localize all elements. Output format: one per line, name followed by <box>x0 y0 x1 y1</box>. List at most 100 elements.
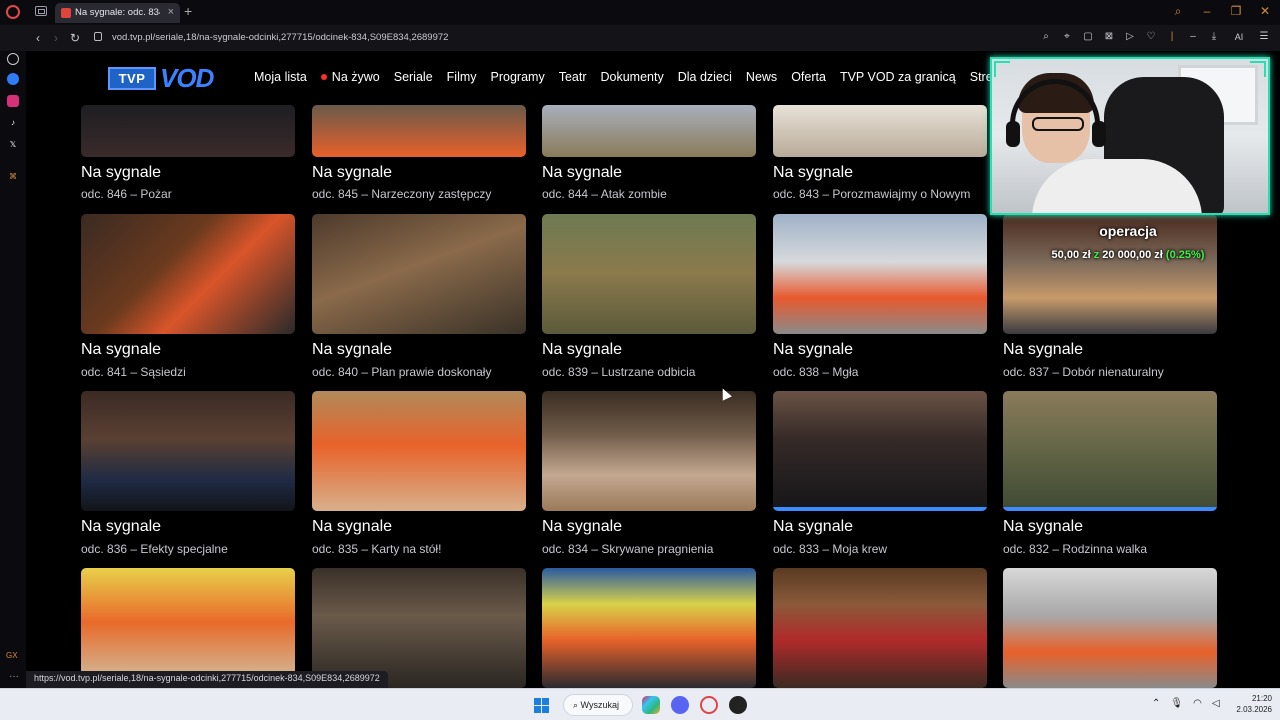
download-icon[interactable]: ⤓ <box>1208 30 1220 44</box>
nav-item-teatr[interactable]: Teatr <box>559 70 587 84</box>
episode-title: Na sygnale <box>312 518 393 535</box>
watch-progress-bar <box>1003 507 1217 511</box>
glasses <box>1032 117 1084 131</box>
workspaces-icon[interactable] <box>35 6 47 16</box>
more-icon[interactable]: ··· <box>9 671 19 682</box>
url-field[interactable]: vod.tvp.pl/seriale,18/na-sygnale-odcinki… <box>112 32 448 43</box>
reload-icon[interactable]: ↻ <box>70 31 80 45</box>
episode-subtitle: odc. 838 – Mgła <box>773 365 859 379</box>
episode-thumbnail[interactable] <box>81 391 295 511</box>
logo-tvp: TVP <box>108 66 156 90</box>
tab-close-icon[interactable]: × <box>168 6 174 18</box>
nav-item-dokumenty[interactable]: Dokumenty <box>601 70 664 84</box>
episode-subtitle: odc. 846 – Pożar <box>81 187 172 201</box>
episode-title: Na sygnale <box>542 341 623 358</box>
episode-subtitle: odc. 840 – Plan prawie doskonały <box>312 365 492 379</box>
minimize-bar-icon[interactable]: – <box>1187 30 1199 44</box>
chatgpt-icon[interactable] <box>7 53 19 65</box>
taskbar-clock[interactable]: 21:20 2.03.2026 <box>1230 693 1272 715</box>
system-tray: ⌃ 🎙 ◠ ◁ <box>1152 698 1220 709</box>
browser-sidebar: ♪ 𝕏 ⌘ GX ··· <box>0 51 26 688</box>
discord-icon[interactable] <box>671 696 689 714</box>
episode-thumbnail[interactable] <box>312 391 526 511</box>
x-icon[interactable]: 𝕏 <box>7 139 19 151</box>
instagram-icon[interactable] <box>7 95 19 107</box>
separator-icon: | <box>1170 31 1174 42</box>
close-window-icon[interactable]: ✕ <box>1258 4 1272 18</box>
episode-thumbnail[interactable] <box>312 568 526 688</box>
episode-title: Na sygnale <box>773 518 854 535</box>
volume-icon[interactable]: ◁ <box>1212 698 1220 709</box>
episode-title: Na sygnale <box>1003 341 1084 358</box>
search-tabs-icon[interactable]: ⌕ <box>1171 4 1185 18</box>
nav-item-dla-dzieci[interactable]: Dla dzieci <box>678 70 732 84</box>
live-dot-icon <box>320 74 327 80</box>
forward-icon[interactable]: › <box>54 31 58 45</box>
episode-subtitle: odc. 834 – Skrywane pragnienia <box>542 542 714 556</box>
microphone-icon[interactable]: 🎙 <box>1170 698 1183 709</box>
nav-item-seriale[interactable]: Seriale <box>394 70 433 84</box>
wifi-icon[interactable]: ◠ <box>1193 698 1202 709</box>
episode-title: Na sygnale <box>773 341 854 358</box>
extensions-icon[interactable]: ⌘ <box>7 171 19 183</box>
episode-subtitle: odc. 839 – Lustrzane odbicia <box>542 365 696 379</box>
episode-thumbnail[interactable] <box>312 214 526 334</box>
browser-tab-bar: Na sygnale: odc. 834 – Skr × + ⌕ – ❐ ✕ <box>0 0 1280 25</box>
episode-thumbnail[interactable] <box>542 391 756 511</box>
zoom-icon[interactable]: ⌕ <box>1040 30 1052 44</box>
nav-item-moja-lista[interactable]: Moja lista <box>254 70 307 84</box>
favorite-icon[interactable]: ♡ <box>1145 30 1157 44</box>
menu-icon[interactable]: ☰ <box>1258 30 1270 44</box>
episode-title: Na sygnale <box>773 164 854 181</box>
back-icon[interactable]: ‹ <box>36 31 40 45</box>
nav-item-news[interactable]: News <box>746 70 777 84</box>
ai-button[interactable]: AI <box>1229 30 1249 44</box>
lock-icon[interactable] <box>94 32 102 41</box>
tvp-vod-logo[interactable]: TVP VOD <box>108 63 214 93</box>
episode-subtitle: odc. 845 – Narzeczony zastępczy <box>312 187 492 201</box>
episode-subtitle: odc. 832 – Rodzinna walka <box>1003 542 1148 556</box>
messenger-icon[interactable] <box>7 73 19 85</box>
slack-icon[interactable] <box>642 696 660 714</box>
nav-item-programy[interactable]: Programy <box>491 70 545 84</box>
episode-title: Na sygnale <box>81 341 162 358</box>
episode-thumbnail[interactable] <box>542 568 756 688</box>
episode-thumbnail[interactable] <box>81 214 295 334</box>
nav-item-na-zywo[interactable]: Na żywo <box>320 70 380 84</box>
episode-thumbnail[interactable] <box>773 214 987 334</box>
obs-icon[interactable] <box>729 696 747 714</box>
maximize-icon[interactable]: ❐ <box>1229 4 1243 18</box>
episode-thumbnail[interactable] <box>773 105 987 157</box>
nav-item-filmy[interactable]: Filmy <box>447 70 477 84</box>
nav-item-oferta[interactable]: Oferta <box>791 70 826 84</box>
episode-thumbnail[interactable] <box>773 568 987 688</box>
minimize-icon[interactable]: – <box>1200 4 1214 18</box>
windows-start-icon[interactable] <box>534 698 549 713</box>
episode-thumbnail[interactable] <box>312 105 526 157</box>
clock-time: 21:20 <box>1251 694 1272 703</box>
browser-tab-active[interactable]: Na sygnale: odc. 834 – Skr × <box>55 3 180 23</box>
episode-thumbnail[interactable] <box>773 391 987 511</box>
pin-icon[interactable]: ⌖ <box>1061 30 1073 44</box>
episode-thumbnail[interactable] <box>1003 391 1217 511</box>
opera-gx-icon[interactable] <box>700 696 718 714</box>
gx-icon[interactable]: GX <box>6 651 18 660</box>
address-bar: ‹ › ↻ vod.tvp.pl/seriale,18/na-sygnale-o… <box>0 25 1280 51</box>
player-icon[interactable]: ▷ <box>1124 30 1136 44</box>
episode-thumbnail[interactable] <box>1003 568 1217 688</box>
episode-title: Na sygnale <box>81 164 162 181</box>
frame-corner <box>1250 61 1266 77</box>
episode-thumbnail[interactable] <box>542 105 756 157</box>
tiktok-icon[interactable]: ♪ <box>7 117 19 129</box>
new-tab-button[interactable]: + <box>184 3 192 19</box>
taskbar-search[interactable]: ⌕ Wyszukaj <box>563 694 633 716</box>
watch-progress-bar <box>773 507 987 511</box>
adblock-icon[interactable]: ⊠ <box>1103 30 1115 44</box>
chevron-up-icon[interactable]: ⌃ <box>1152 698 1160 709</box>
episode-thumbnail[interactable] <box>81 105 295 157</box>
snapshot-icon[interactable]: ▢ <box>1082 30 1094 44</box>
opera-menu-icon[interactable] <box>6 5 20 19</box>
episode-thumbnail[interactable] <box>81 568 295 688</box>
nav-item-za-granica[interactable]: TVP VOD za granicą <box>840 70 956 84</box>
episode-thumbnail[interactable] <box>542 214 756 334</box>
